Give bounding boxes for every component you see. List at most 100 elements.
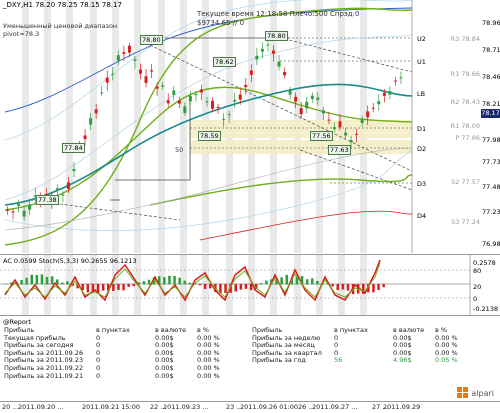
candle-body	[355, 133, 359, 135]
osc-axis-tick: 20	[473, 283, 482, 291]
candle-body	[66, 182, 70, 189]
candle-body	[17, 204, 21, 206]
oscillator-panel[interactable]: AC 0.0599 Stoch(5,3,3) 90.2655 96.1213 0…	[0, 254, 500, 315]
price-tick: 76.98	[482, 240, 500, 248]
candle-body	[211, 100, 215, 109]
ac-bar	[372, 284, 375, 293]
candle-body	[89, 118, 93, 125]
candle-body	[305, 101, 309, 109]
candle-body	[294, 96, 298, 102]
report-row: Прибыль за год 56 4.96$ 0.05 %	[250, 357, 467, 365]
candle-body	[166, 100, 170, 104]
ac-bar	[316, 280, 319, 285]
level-u1: U1	[417, 58, 426, 66]
ac-bar	[45, 276, 49, 285]
ac-bar	[234, 284, 237, 292]
candle-body	[139, 69, 142, 74]
time-tick: 2011.09.27 ...	[312, 403, 358, 411]
level-u2: U2	[417, 35, 426, 43]
report-cell: 0.00$	[155, 371, 174, 380]
ac-bar	[331, 284, 334, 287]
candle-body	[94, 109, 98, 114]
current-price-tag: 78.17	[481, 109, 500, 118]
candle-body	[199, 89, 203, 93]
candle-body	[366, 111, 370, 118]
candle-body	[283, 72, 287, 76]
price-tick: 78.96	[482, 19, 500, 27]
candle-body	[371, 107, 375, 109]
report-cell: 0.00 %	[197, 371, 220, 380]
balance-info: $9734.65 // 0	[197, 19, 245, 27]
candle-body	[344, 132, 348, 136]
candle-body	[11, 211, 15, 213]
time-tick: 2011.09.20 ...	[18, 403, 64, 411]
time-tick: 2011.09.29	[383, 403, 421, 411]
candle-body	[28, 204, 32, 210]
report-header: в пунктах	[334, 326, 368, 334]
report-cell: 0	[96, 356, 101, 365]
candle-body	[321, 110, 325, 114]
candle-body	[377, 101, 381, 105]
candle-body	[111, 73, 115, 75]
candle-body	[150, 70, 154, 72]
ac-bar	[311, 278, 314, 285]
report-row-label: Прибыль за год	[252, 356, 306, 365]
pivot-marker: R2 78.43	[450, 98, 480, 106]
ac-bar	[132, 284, 135, 287]
ac-bar	[163, 277, 166, 285]
candle-body	[388, 91, 392, 95]
alpari-logo-text: alpari	[471, 388, 494, 398]
price-tick: 77.98	[482, 136, 500, 144]
report-table-left: Прибыль в пунктах в валюте в % Текущая п…	[2, 326, 229, 380]
ac-bar	[127, 284, 130, 287]
ac-bar	[224, 284, 227, 294]
time-tick: 20 ...	[2, 403, 19, 411]
price-chart-panel[interactable]: _DXY,H1 78.20 78.25 78.15 78.17 Уменьшен…	[0, 0, 500, 253]
osc-axis-tick: 80	[473, 267, 482, 275]
price-tick: 78.71	[482, 46, 500, 54]
annotation-label: 78.62	[213, 57, 236, 67]
pivot-marker: S3 77.24	[451, 218, 480, 226]
ac-bar	[50, 276, 54, 285]
annotation-label: 78.80	[265, 31, 288, 41]
price-tick: 77.23	[482, 208, 500, 216]
candle-body	[288, 90, 292, 95]
level-lb: LB	[417, 90, 426, 98]
report-table-right: Прибыль в пунктах в валюте в % Прибыль з…	[250, 326, 467, 365]
ac-bar	[86, 284, 90, 293]
ac-bar	[244, 284, 248, 289]
pivot-marker: S2 77.57	[451, 178, 480, 186]
osc-axis-tick: 0.2578	[473, 259, 496, 267]
ac-bar	[40, 274, 44, 285]
annotation-label: 77.56	[310, 131, 333, 141]
pivot-marker: R3 78.84	[450, 35, 480, 43]
osc-axis-tick: -0.2138	[473, 305, 499, 313]
candle-body	[338, 121, 342, 128]
candle-body	[244, 84, 248, 88]
candle-body	[266, 44, 270, 46]
candle-body	[83, 135, 87, 140]
ac-bar	[260, 283, 263, 285]
candle-body	[299, 108, 303, 115]
candle-body	[393, 80, 397, 82]
candle-body	[238, 94, 242, 100]
osc-axis-tick: 0	[473, 295, 478, 303]
ac-bar	[25, 277, 28, 285]
candle-body	[61, 194, 65, 196]
report-row-label: Прибыль за 2011.09.21	[4, 371, 84, 380]
candle-body	[183, 106, 187, 113]
alpari-logo: alpari	[457, 387, 494, 399]
candle-body	[116, 55, 120, 61]
time-tick: 2011.09.26 01:00	[240, 403, 299, 411]
price-tick: 78.21	[482, 100, 500, 108]
time-axis: 20 ... 2011.09.20 ... 2011.09.21 15:00 2…	[0, 401, 500, 413]
report-cell: 0.05 %	[435, 356, 458, 365]
report-cell: 0	[334, 333, 339, 342]
pivot-marker: P 77.86	[455, 134, 480, 142]
report-cell: 0	[334, 341, 339, 350]
annotation-label: 77.63	[328, 145, 351, 155]
ac-bar	[346, 284, 350, 291]
candle-body	[216, 106, 220, 109]
ac-bar	[305, 279, 309, 285]
level-d3: D3	[417, 180, 427, 188]
